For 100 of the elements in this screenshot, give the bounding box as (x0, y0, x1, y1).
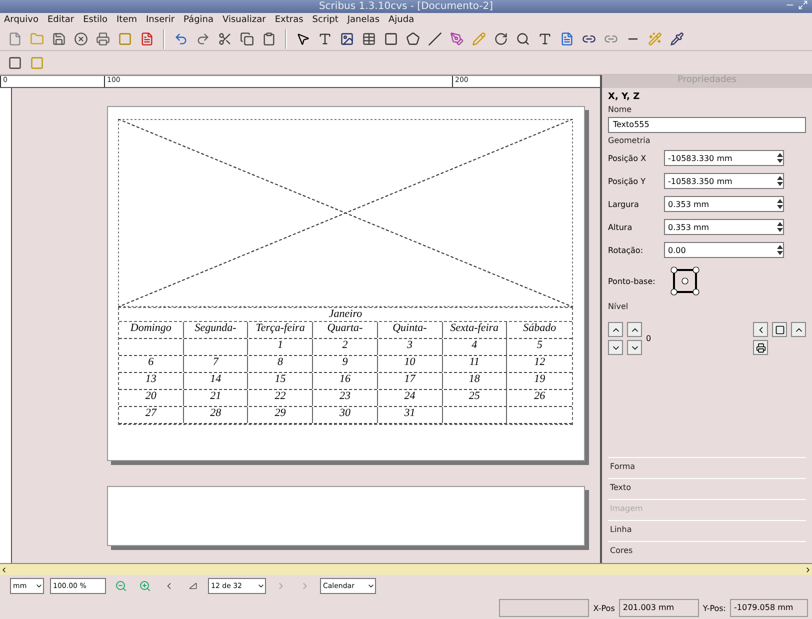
status-value: -1079.058 mm (730, 599, 808, 617)
day-cell: 10 (378, 356, 443, 372)
scroll-left-icon (0, 566, 8, 574)
lower-to-bottom-button[interactable] (627, 340, 642, 355)
day-cell: 21 (184, 390, 248, 406)
day-cell: 29 (248, 407, 314, 423)
panel-tab[interactable]: X, Y, Z (608, 92, 806, 102)
status-label: X-Pos (593, 604, 615, 612)
menu-item[interactable]: Arquivo (4, 15, 38, 25)
close-icon[interactable] (72, 30, 90, 48)
section-tab[interactable]: Linha (608, 520, 806, 538)
day-cell: 22 (248, 390, 314, 406)
day-cell: 11 (442, 356, 508, 372)
spin-arrows-icon[interactable] (777, 244, 783, 256)
group-label: Nível (608, 302, 630, 311)
lock-button[interactable] (772, 322, 787, 337)
day-cell: 17 (378, 373, 443, 389)
day-cell: 16 (313, 373, 378, 389)
weekday-cell: Segunda- (184, 322, 248, 338)
menu-item[interactable]: Script (312, 15, 338, 25)
horizontal-scrollbar[interactable] (0, 563, 812, 575)
print-toggle-button[interactable] (753, 340, 768, 355)
spin-field[interactable]: -10583.350 mm (664, 173, 784, 189)
copy-icon[interactable] (238, 30, 256, 48)
menu-item[interactable]: Janelas (347, 15, 380, 25)
weekday-cell: Terça-feira (248, 322, 314, 338)
day-cell: 20 (119, 390, 184, 406)
day-cell: 31 (378, 407, 443, 423)
day-cell: 14 (184, 373, 248, 389)
field-label: Posição Y (608, 176, 646, 186)
weekday-cell: Sexta-feira (442, 322, 508, 338)
day-cell: 27 (119, 407, 184, 423)
day-cell: 4 (442, 339, 508, 355)
field-label: Rotação: (608, 246, 644, 254)
flip-vertical-button[interactable] (791, 322, 806, 337)
day-cell-text: 19 (533, 373, 546, 387)
spin-field[interactable]: 0.353 mm (664, 196, 784, 212)
level-value: 0 (646, 334, 652, 343)
print-icon[interactable] (94, 30, 112, 48)
day-cell: 28 (184, 407, 248, 423)
menu-item[interactable]: Inserir (146, 15, 175, 25)
raise-button[interactable] (608, 322, 623, 337)
section-tab[interactable]: Cores (608, 541, 806, 559)
day-cell: 3 (378, 339, 443, 355)
line-icon[interactable] (426, 30, 444, 48)
spin-arrows-icon[interactable] (777, 175, 783, 187)
flip-horizontal-button[interactable] (753, 322, 768, 337)
day-cell: 7 (184, 356, 248, 372)
lower-button[interactable] (608, 340, 623, 355)
menu-item[interactable]: Estilo (83, 15, 108, 25)
day-cell: 1 (248, 339, 314, 355)
section-tab[interactable]: Forma (608, 457, 806, 475)
day-cell: 9 (313, 356, 378, 372)
day-cell: 8 (248, 356, 314, 372)
day-cell: 6 (119, 356, 184, 372)
field-label: Largura (608, 200, 640, 208)
polygon-icon[interactable] (404, 30, 422, 48)
group-label: Nome (608, 105, 633, 114)
bezier-icon[interactable] (448, 30, 466, 48)
day-cell: 30 (313, 407, 378, 423)
status-label: Y-Pos: (702, 604, 726, 612)
day-cell-text: 5 (536, 339, 544, 353)
field-label: Ponto-base: (608, 276, 656, 286)
day-cell-text: 12 (533, 356, 546, 370)
day-cell: 2 (313, 339, 378, 355)
day-cell: 24 (378, 390, 443, 406)
weekday-cell: Quarta- (313, 322, 378, 338)
weekday-cell-text: Sábado (522, 322, 558, 336)
raise-to-top-button[interactable] (627, 322, 642, 337)
scroll-right-icon (804, 566, 812, 574)
menu-item[interactable]: Item (116, 15, 138, 25)
maximize-icon[interactable] (798, 0, 808, 10)
day-cell-text: 26 (533, 390, 546, 404)
section-tab[interactable]: Texto (608, 478, 806, 496)
spin-arrows-icon[interactable] (777, 198, 783, 210)
day-cell: 15 (248, 373, 314, 389)
spin-arrows-icon[interactable] (777, 152, 783, 164)
weekday-cell: Domingo (119, 322, 184, 338)
group-label: Geometria (608, 136, 652, 145)
day-cell: 23 (313, 390, 378, 406)
day-cell: 13 (119, 373, 184, 389)
spin-field[interactable]: -10583.330 mm (664, 150, 784, 166)
spin-arrows-icon[interactable] (777, 221, 783, 233)
window-title: Scribus 1.3.10cvs - [Documento-2] (318, 1, 494, 12)
spin-field[interactable]: 0.00 (664, 242, 784, 258)
day-cell: 25 (442, 390, 508, 406)
eyedropper-icon[interactable] (668, 30, 686, 48)
name-field[interactable]: Texto555 (608, 117, 806, 133)
menu-item[interactable]: Editar (47, 15, 74, 25)
menu-item[interactable]: Visualizar (222, 15, 266, 25)
menu-item[interactable]: Extras (274, 15, 304, 25)
basepoint-selector-icon[interactable] (670, 266, 700, 296)
day-cell: 18 (442, 373, 508, 389)
field-label: Posição X (608, 154, 648, 162)
menu-item[interactable]: Página (184, 15, 214, 25)
menu-item[interactable]: Ajuda (388, 15, 414, 25)
spin-field[interactable]: 0.353 mm (664, 219, 784, 235)
square-icon (774, 324, 784, 334)
field-label: Altura (608, 222, 634, 232)
weekday-cell: Quinta- (378, 322, 443, 338)
